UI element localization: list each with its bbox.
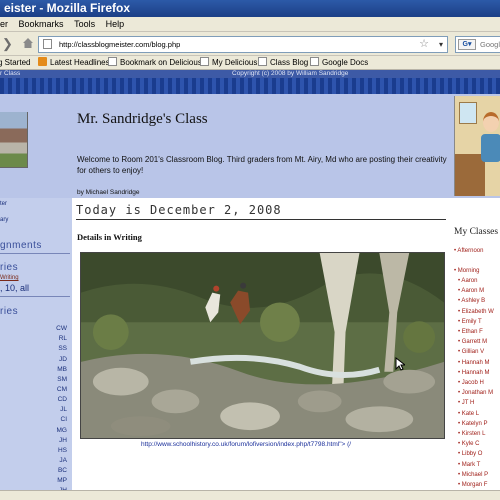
student-code[interactable]: RL	[59, 335, 67, 342]
student-link[interactable]: • Ethan F	[458, 329, 483, 335]
divider	[0, 296, 70, 297]
page-icon	[200, 57, 209, 66]
student-link[interactable]: • Kirsten L	[458, 431, 485, 437]
student-link[interactable]: • Emily T	[458, 319, 482, 325]
bookmark-class-blog[interactable]: Class Blog	[258, 56, 308, 70]
student-code[interactable]: CI	[61, 416, 68, 423]
entries-heading: ries	[0, 262, 19, 273]
bookmark-my-delicious[interactable]: My Delicious	[200, 56, 257, 70]
student-code[interactable]: CM	[57, 386, 67, 393]
date-heading: Today is December 2, 2008	[76, 203, 282, 217]
google-icon[interactable]: G▾	[458, 39, 476, 50]
student-link[interactable]: • Libby O	[458, 451, 482, 457]
student-code[interactable]: JD	[59, 356, 67, 363]
header-band	[0, 78, 500, 94]
image-source-link[interactable]: http://www.schoolhistory.co.uk/forum/lof…	[141, 441, 351, 448]
student-link[interactable]: • JT H	[458, 400, 474, 406]
student-code[interactable]: HS	[58, 447, 67, 454]
student-link[interactable]: • Michael P	[458, 472, 488, 478]
window-title: eister - Mozilla Firefox	[0, 0, 500, 17]
main-content: Today is December 2, 2008 Details in Wri…	[72, 198, 452, 490]
school-photo	[0, 112, 28, 168]
student-link[interactable]: • Elizabeth W	[458, 309, 494, 315]
navigation-toolbar: ❯ http://classblogmeister.com/blog.php ☆…	[0, 32, 500, 56]
student-code[interactable]: MB	[57, 366, 67, 373]
painting-image	[80, 252, 445, 439]
mouse-cursor-icon	[395, 357, 405, 371]
assignments-heading: gnments	[0, 240, 42, 251]
url-text: http://classblogmeister.com/blog.php	[59, 40, 181, 49]
post-title[interactable]: Details in Writing	[77, 232, 142, 242]
bookmark-delicious[interactable]: Bookmark on Delicious	[108, 56, 202, 70]
page-icon	[258, 57, 267, 66]
student-link[interactable]: • Jonathan M	[458, 390, 493, 396]
student-code[interactable]: JL	[60, 406, 67, 413]
left-sidebar: ter ary gnments ries Writing , 10, all r…	[0, 198, 72, 490]
writing-link[interactable]: Writing	[0, 275, 19, 281]
address-bar[interactable]: http://classblogmeister.com/blog.php ☆ ▾	[38, 36, 448, 53]
dropdown-arrow-icon[interactable]: ▾	[439, 37, 443, 52]
menu-bookmarks[interactable]: Bookmarks	[19, 17, 64, 32]
page-icon	[310, 57, 319, 66]
student-code[interactable]: JA	[59, 457, 67, 464]
student-link[interactable]: • Aaron	[458, 278, 477, 284]
page-icon	[108, 57, 117, 66]
home-icon[interactable]	[22, 37, 34, 49]
bookmark-google-docs[interactable]: Google Docs	[310, 56, 368, 70]
class-link-afternoon[interactable]: • Afternoon	[454, 248, 483, 254]
search-placeholder: Google	[480, 40, 500, 49]
divider	[0, 253, 70, 254]
teacher-cartoon-image	[454, 96, 500, 196]
student-code[interactable]: SS	[58, 345, 67, 352]
sidebar-small-text: ter	[0, 201, 8, 207]
student-link[interactable]: • Ashley B	[458, 298, 485, 304]
menu-bar: er Bookmarks Tools Help	[0, 17, 500, 32]
page-icon	[43, 39, 52, 49]
bookmark-star-icon[interactable]: ☆	[419, 37, 429, 52]
student-link[interactable]: • Garrett M	[458, 339, 487, 345]
student-code[interactable]: CW	[56, 325, 67, 332]
class-label: r Class	[0, 70, 21, 77]
forward-arrow-icon[interactable]: ❯	[2, 36, 13, 52]
menu-tools[interactable]: Tools	[74, 17, 95, 32]
class-link-morning[interactable]: • Morning	[454, 268, 479, 274]
divider	[76, 219, 446, 220]
web-page: r Class Copyright (c) 2008 by William Sa…	[0, 70, 500, 490]
copyright-strip: r Class Copyright (c) 2008 by William Sa…	[0, 70, 500, 78]
welcome-text: Welcome to Room 201's Classroom Blog. Th…	[77, 155, 447, 175]
student-link[interactable]: • Gillian V	[458, 349, 484, 355]
student-link[interactable]: • Hannah M	[458, 370, 489, 376]
student-code[interactable]: MG	[57, 427, 67, 434]
student-link[interactable]: • Jacob H	[458, 380, 484, 386]
author-text: by Michael Sandridge	[77, 189, 140, 196]
student-code[interactable]: SM	[57, 376, 67, 383]
rss-feed-icon	[38, 57, 47, 66]
student-link[interactable]: • Hannah M	[458, 360, 489, 366]
student-link[interactable]: • Kate L	[458, 411, 479, 417]
menu-help[interactable]: Help	[106, 17, 125, 32]
bookmarks-toolbar: g Started Latest Headlines Bookmark on D…	[0, 56, 500, 70]
student-code[interactable]: BC	[58, 467, 67, 474]
student-link[interactable]: • Mark T	[458, 462, 480, 468]
page-links[interactable]: , 10, all	[0, 283, 29, 293]
blog-title: Mr. Sandridge's Class	[77, 111, 208, 127]
my-classes-heading: My Classes	[454, 227, 499, 237]
student-code[interactable]: MP	[57, 477, 67, 484]
student-link[interactable]: • Morgan F	[458, 482, 487, 488]
bookmark-getting-started[interactable]: g Started	[0, 56, 30, 70]
right-sidebar: My Classes • Afternoon • Morning • Aaron…	[452, 198, 500, 490]
sidebar-small-text: ary	[0, 217, 9, 223]
search-input[interactable]: G▾ Google	[455, 36, 500, 53]
student-link[interactable]: • Aaron M	[458, 288, 484, 294]
copyright-text: Copyright (c) 2008 by William Sandridge	[232, 70, 349, 77]
status-bar	[0, 490, 500, 500]
student-link[interactable]: • Katelyn P	[458, 421, 487, 427]
student-link[interactable]: • Kyle C	[458, 441, 479, 447]
menu-edit[interactable]: er	[0, 17, 8, 32]
student-code[interactable]: JH	[59, 437, 67, 444]
entries-heading: ries	[0, 306, 19, 317]
student-code[interactable]: CD	[58, 396, 67, 403]
bookmark-latest-headlines[interactable]: Latest Headlines	[38, 56, 110, 70]
